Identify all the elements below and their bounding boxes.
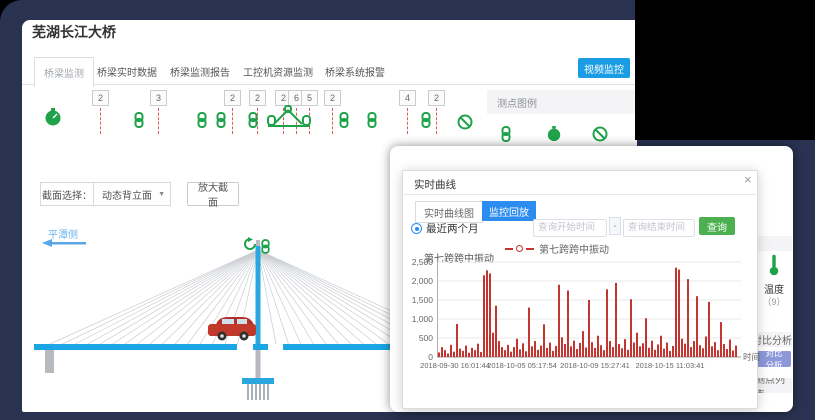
x-axis-tick-label: 2018-10-05 05:17:54 <box>482 361 562 370</box>
sensor-count-badge: 2 <box>324 90 341 106</box>
y-axis-tick-label: 1,000 <box>405 314 433 324</box>
legend-marker-icon <box>516 245 523 252</box>
temperature-label: 温度 <box>756 281 792 296</box>
tab-system-alarm[interactable]: 桥梁系统报警 <box>325 64 385 79</box>
y-axis-tick-label: 1,500 <box>405 295 433 305</box>
video-monitor-button[interactable]: 视频监控 <box>578 58 630 78</box>
black-overlay <box>635 0 815 140</box>
sensor-dashed-line <box>232 108 233 134</box>
modal-tab-realtime-curve[interactable]: 实时曲线图 <box>415 201 483 223</box>
legend-series-name: 第七跨跨中振动 <box>539 241 609 256</box>
sensor-count-badge: 2 <box>428 90 445 106</box>
section-select-group: 截面选择： 动态背立面 ▼ <box>40 182 171 206</box>
modal-tab-playback[interactable]: 监控回放 <box>482 201 536 221</box>
sensor-count-badge: 3 <box>150 90 167 106</box>
sensor-count-badge: 2 <box>224 90 241 106</box>
compare-analysis-button[interactable]: 对比分析 <box>757 351 791 367</box>
close-icon[interactable]: × <box>744 172 752 187</box>
modal-title: 实时曲线 <box>414 177 456 192</box>
screen: 芜湖长江大桥 桥梁监测 桥梁实时数据 桥梁监测报告 工控机资源监测 桥梁系统报警… <box>0 0 815 420</box>
legend-marker-icon <box>505 248 513 250</box>
chevron-down-icon: ▼ <box>158 191 165 198</box>
tab-monitor-report[interactable]: 桥梁监测报告 <box>170 64 230 79</box>
y-axis-tick-label: 2,500 <box>405 257 433 267</box>
sensor-count-badge: 2 <box>249 90 266 106</box>
prohibition-sensor-icon[interactable] <box>457 114 473 130</box>
rotate-sensor-icon[interactable] <box>243 237 257 251</box>
sensor-dashed-line <box>158 108 159 134</box>
link-sensor-icon[interactable] <box>215 112 227 128</box>
tab-bridge-monitoring[interactable]: 桥梁监测 <box>34 57 94 87</box>
legend-panel-header: 测点图例 <box>487 90 637 114</box>
prohibition-legend-icon[interactable] <box>592 126 608 142</box>
tab-realtime-data[interactable]: 桥梁实时数据 <box>97 64 157 79</box>
link-sensor-icon[interactable] <box>260 239 271 254</box>
page-title: 芜湖长江大桥 <box>32 22 116 42</box>
sensor-count-badge: 2 <box>92 90 109 106</box>
sensor-dashed-line <box>332 108 333 134</box>
bridge-sensor-icon[interactable] <box>266 104 312 130</box>
thermometer-icon[interactable] <box>756 253 792 282</box>
query-button[interactable]: 查询 <box>699 217 735 235</box>
link-sensor-icon[interactable] <box>366 112 378 128</box>
legend-marker-icon <box>526 248 534 250</box>
temperature-count: （9） <box>756 295 792 308</box>
tab-ipc-resource[interactable]: 工控机资源监测 <box>243 64 313 79</box>
link-sensor-icon[interactable] <box>133 112 145 128</box>
stopwatch-sensor-icon[interactable] <box>44 108 62 126</box>
sensor-dashed-line <box>100 108 101 134</box>
vibration-chart <box>437 261 741 358</box>
left-arrow-icon <box>42 238 88 248</box>
sensor-dashed-line <box>407 108 408 134</box>
chart-legend[interactable]: 第七跨跨中振动 <box>505 241 609 256</box>
start-time-input[interactable] <box>533 219 607 237</box>
x-axis-tick-label: 2018-10-15 11:03:41 <box>630 361 710 370</box>
bridge-diagram <box>30 236 392 412</box>
link-sensor-icon[interactable] <box>196 112 208 128</box>
radio-label: 最近两个月 <box>426 221 479 236</box>
section-select-dropdown[interactable]: 动态背立面 ▼ <box>94 183 170 205</box>
section-select-label: 截面选择： <box>41 183 94 205</box>
range-separator: - <box>609 217 621 235</box>
enlarge-section-button[interactable]: 放大截面 <box>187 182 239 206</box>
tabbar-divider <box>22 84 637 85</box>
end-time-input[interactable] <box>623 219 695 237</box>
link-legend-icon[interactable] <box>500 126 512 142</box>
sensor-dashed-line <box>436 108 437 134</box>
x-axis-name: 时间 <box>743 351 760 363</box>
modal-header-divider <box>402 194 756 195</box>
sensor-count-badge: 4 <box>399 90 416 106</box>
y-axis-tick-label: 500 <box>405 333 433 343</box>
link-sensor-icon[interactable] <box>420 112 432 128</box>
link-sensor-icon[interactable] <box>338 112 350 128</box>
stopwatch-legend-icon[interactable] <box>546 126 562 142</box>
y-axis-tick-label: 2,000 <box>405 276 433 286</box>
car-illustration <box>208 317 256 341</box>
link-sensor-icon[interactable] <box>247 112 259 128</box>
legend-panel-title: 测点图例 <box>497 95 537 110</box>
last-two-months-radio[interactable] <box>411 223 422 234</box>
x-axis-tick-label: 2018-10-09 15:27:41 <box>555 361 635 370</box>
section-select-value: 动态背立面 <box>102 187 152 202</box>
